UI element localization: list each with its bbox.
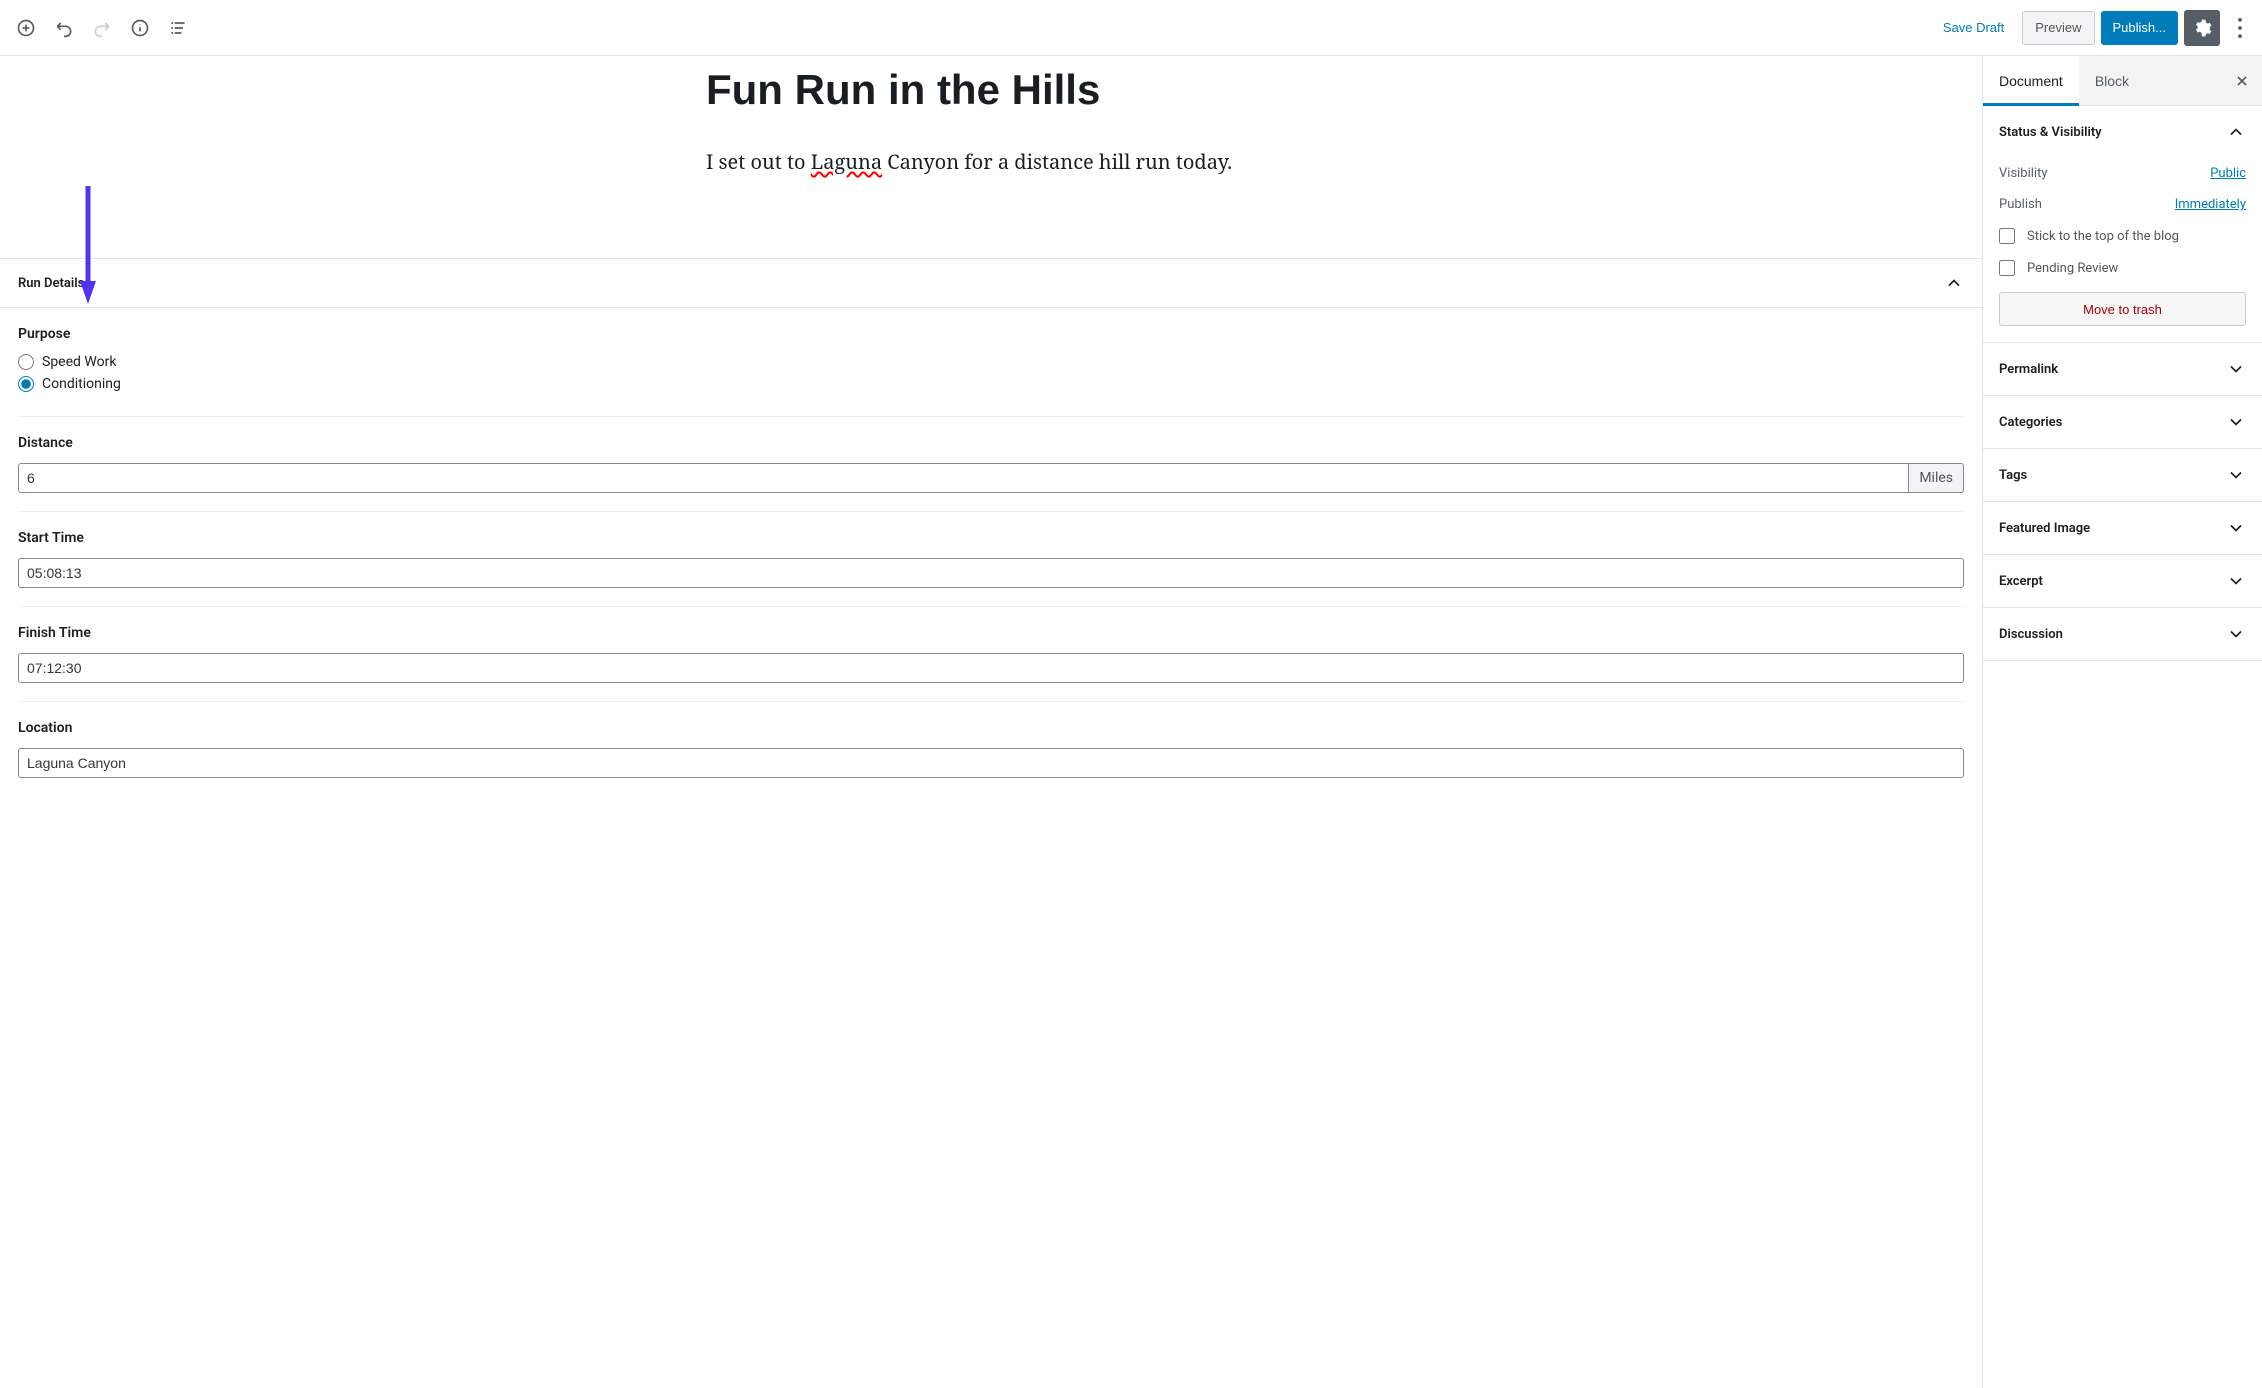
post-body[interactable]: I set out to Laguna Canyon for a distanc… [706, 146, 1276, 178]
undo-icon [54, 18, 74, 38]
settings-button[interactable] [2184, 10, 2220, 46]
location-input[interactable] [18, 748, 1964, 778]
chevron-down-icon [2226, 624, 2246, 644]
content-info-button[interactable] [122, 10, 158, 46]
sidebar-tabs: Document Block [1983, 56, 2262, 106]
visibility-label: Visibility [1999, 166, 2048, 181]
tab-document[interactable]: Document [1983, 56, 2079, 105]
checkbox-input-stick[interactable] [1999, 228, 2015, 244]
visibility-value-link[interactable]: Public [2210, 166, 2246, 181]
editor-scroll-area[interactable]: Fun Run in the Hills I set out to Laguna… [0, 56, 1982, 1388]
list-icon [168, 18, 188, 38]
panel-header-excerpt[interactable]: Excerpt [1983, 555, 2262, 607]
meta-header-run-details[interactable]: Run Details [0, 259, 1982, 308]
radio-conditioning[interactable]: Conditioning [18, 376, 1964, 392]
panel-excerpt: Excerpt [1983, 555, 2262, 608]
panel-header-discussion[interactable]: Discussion [1983, 608, 2262, 660]
spell-error: Laguna [811, 148, 882, 175]
close-icon [2234, 73, 2250, 89]
publish-button[interactable]: Publish... [2101, 11, 2178, 45]
meta-title: Run Details [18, 276, 84, 291]
preview-button[interactable]: Preview [2022, 11, 2094, 45]
tab-block[interactable]: Block [2079, 56, 2145, 105]
field-start-time: Start Time [18, 512, 1964, 607]
block-navigation-button[interactable] [160, 10, 196, 46]
field-label-purpose: Purpose [18, 326, 1964, 342]
move-to-trash-button[interactable]: Move to trash [1999, 292, 2246, 326]
field-purpose: Purpose Speed Work Conditioning [18, 308, 1964, 417]
post-title[interactable]: Fun Run in the Hills [706, 66, 1276, 114]
panel-tags: Tags [1983, 449, 2262, 502]
save-draft-button[interactable]: Save Draft [1931, 10, 2016, 46]
chevron-down-icon [2226, 571, 2246, 591]
radio-input-conditioning[interactable] [18, 376, 34, 392]
settings-sidebar: Document Block Status & Visibility Visib… [1982, 56, 2262, 1388]
chevron-down-icon [2226, 359, 2246, 379]
field-location: Location [18, 702, 1964, 796]
field-label-finish-time: Finish Time [18, 625, 1964, 641]
panel-header-status[interactable]: Status & Visibility [1983, 106, 2262, 158]
checkbox-pending-review[interactable]: Pending Review [1999, 252, 2246, 284]
radio-speed-work[interactable]: Speed Work [18, 354, 1964, 370]
undo-button[interactable] [46, 10, 82, 46]
panel-categories: Categories [1983, 396, 2262, 449]
checkbox-stick-top[interactable]: Stick to the top of the blog [1999, 220, 2246, 252]
panel-header-tags[interactable]: Tags [1983, 449, 2262, 501]
chevron-down-icon [2226, 518, 2246, 538]
top-toolbar: Save Draft Preview Publish... [0, 0, 2262, 56]
redo-icon [92, 18, 112, 38]
info-icon [130, 18, 150, 38]
more-options-button[interactable] [2226, 10, 2254, 46]
panel-status-visibility: Status & Visibility Visibility Public Pu… [1983, 106, 2262, 343]
panel-header-featured[interactable]: Featured Image [1983, 502, 2262, 554]
plus-circle-icon [16, 18, 36, 38]
panel-header-permalink[interactable]: Permalink [1983, 343, 2262, 395]
field-finish-time: Finish Time [18, 607, 1964, 702]
field-label-start-time: Start Time [18, 530, 1964, 546]
chevron-up-icon [1944, 273, 1964, 293]
panel-discussion: Discussion [1983, 608, 2262, 661]
chevron-down-icon [2226, 412, 2246, 432]
chevron-up-icon [2226, 122, 2246, 142]
start-time-input[interactable] [18, 558, 1964, 588]
publish-label: Publish [1999, 197, 2042, 212]
field-distance: Distance Miles [18, 417, 1964, 512]
field-label-location: Location [18, 720, 1964, 736]
checkbox-input-pending[interactable] [1999, 260, 2015, 276]
finish-time-input[interactable] [18, 653, 1964, 683]
panel-permalink: Permalink [1983, 343, 2262, 396]
close-sidebar-button[interactable] [2222, 56, 2262, 105]
more-vertical-icon [2226, 14, 2254, 42]
meta-box-run-details: Run Details Purpose Speed Work [0, 258, 1982, 796]
radio-input-speed[interactable] [18, 354, 34, 370]
chevron-down-icon [2226, 465, 2246, 485]
publish-value-link[interactable]: Immediately [2175, 197, 2246, 212]
distance-input[interactable] [18, 463, 1909, 493]
panel-featured-image: Featured Image [1983, 502, 2262, 555]
gear-icon [2192, 18, 2212, 38]
redo-button[interactable] [84, 10, 120, 46]
field-label-distance: Distance [18, 435, 1964, 451]
panel-header-categories[interactable]: Categories [1983, 396, 2262, 448]
distance-unit: Miles [1909, 463, 1964, 493]
add-block-button[interactable] [8, 10, 44, 46]
